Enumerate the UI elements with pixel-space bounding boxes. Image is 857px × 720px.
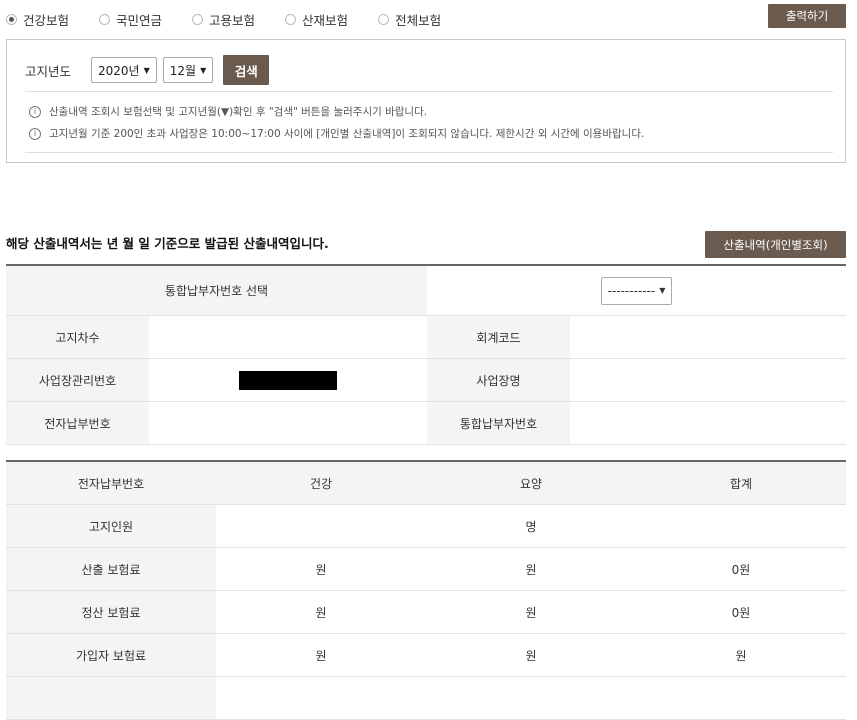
account-code-value (570, 315, 847, 359)
biz-name-value (570, 358, 847, 402)
search-row: 고지년도 2020년 ▼ 12월 ▼ 검색 (25, 55, 270, 85)
radio-label: 건강보험 (23, 13, 70, 28)
insurance-type-radio-group: 건강보험 국민연금 고용보험 산재보험 전체보험 (6, 10, 471, 29)
radio-label: 전체보험 (395, 13, 442, 28)
radio-unselected-icon (378, 14, 390, 25)
radio-industrial-insurance[interactable]: 산재보험 (285, 10, 348, 29)
biz-mgmt-no-label: 사업장관리번호 (6, 358, 149, 402)
total-cell: 0원 (636, 590, 846, 634)
divider (25, 91, 833, 92)
notice-line: i 고지년월 기준 200인 초과 사업장은 10:00~17:00 사이에 [… (29, 126, 644, 141)
year-select[interactable]: 2020년 ▼ (91, 57, 157, 83)
radio-unselected-icon (192, 14, 204, 25)
table-row (6, 676, 846, 720)
e-payment-no-value (149, 401, 427, 445)
table-header-row: 전자납부번호 건강 요양 합계 (6, 461, 846, 505)
radio-all-insurance[interactable]: 전체보험 (378, 10, 441, 29)
notice-text: 고지년월 기준 200인 초과 사업장은 10:00~17:00 사이에 [개인… (49, 128, 645, 140)
search-panel: 고지년도 2020년 ▼ 12월 ▼ 검색 i 산출내역 조회시 보험선택 및 고지… (6, 39, 846, 163)
chevron-down-icon: ▼ (659, 286, 666, 295)
radio-label: 국민연금 (116, 13, 163, 28)
row-label: 가입자 보험료 (6, 633, 216, 677)
fee-table: 전자납부번호 건강 요양 합계 고지인원 명 산출 보험료 원 원 0원 정산 … (6, 460, 846, 720)
individual-detail-button[interactable]: 산출내역(개인별조회) (705, 231, 846, 258)
row-label: 고지인원 (6, 504, 216, 548)
year-value: 2020년 (98, 63, 140, 78)
redacted-block (239, 370, 337, 390)
notice-line: i 산출내역 조회시 보험선택 및 고지년월(▼)확인 후 "검색" 버튼을 눌… (29, 104, 427, 119)
header-health: 건강 (216, 461, 426, 505)
biz-mgmt-no-value (149, 358, 427, 402)
notice-year-label: 고지년도 (25, 63, 72, 79)
header-total: 합계 (636, 461, 846, 505)
care-cell (426, 676, 636, 720)
payer-select-label: 통합납부자번호 선택 (6, 265, 427, 316)
integrated-payer-no-label: 통합납부자번호 (427, 401, 570, 445)
search-button[interactable]: 검색 (223, 55, 270, 85)
total-cell: 0원 (636, 547, 846, 591)
table-row: 고지차수 회계코드 (6, 315, 847, 359)
month-value: 12월 (169, 63, 197, 78)
table-row: 정산 보험료 원 원 0원 (6, 590, 846, 634)
care-cell: 원 (426, 590, 636, 634)
divider (25, 152, 833, 153)
info-icon: i (29, 127, 41, 140)
row-label (6, 676, 216, 720)
print-button[interactable]: 출력하기 (768, 4, 846, 28)
notice-round-value (149, 315, 427, 359)
care-cell: 원 (426, 633, 636, 677)
radio-unselected-icon (285, 14, 297, 25)
table-row: 사업장관리번호 사업장명 (6, 358, 847, 402)
table-row: 통합납부자번호 선택 ----------- ▼ (6, 265, 847, 316)
integrated-payer-no-value (570, 401, 847, 445)
radio-employment-insurance[interactable]: 고용보험 (192, 10, 255, 29)
health-cell: 원 (216, 590, 426, 634)
table-row: 가입자 보험료 원 원 원 (6, 633, 846, 677)
radio-selected-icon (6, 14, 17, 25)
total-cell (636, 676, 846, 720)
e-payment-no-label: 전자납부번호 (6, 401, 149, 445)
row-label: 산출 보험료 (6, 547, 216, 591)
chevron-down-icon: ▼ (143, 65, 150, 75)
month-select[interactable]: 12월 ▼ (162, 57, 214, 83)
header-e-payment-no: 전자납부번호 (6, 461, 216, 505)
health-cell: 원 (216, 547, 426, 591)
payer-select-value: ----------- (607, 283, 656, 298)
total-cell: 원 (636, 633, 846, 677)
table-row: 전자납부번호 통합납부자번호 (6, 401, 847, 445)
care-cell: 원 (426, 547, 636, 591)
health-cell (216, 676, 426, 720)
info-icon: i (29, 105, 41, 118)
table-row: 고지인원 명 (6, 504, 846, 548)
payer-select-cell: ----------- ▼ (427, 265, 847, 316)
row-label: 정산 보험료 (6, 590, 216, 634)
table-row: 산출 보험료 원 원 0원 (6, 547, 846, 591)
section-title: 해당 산출내역서는 년 월 일 기준으로 발급된 산출내역입니다. (6, 236, 329, 251)
radio-health-insurance[interactable]: 건강보험 (6, 10, 69, 29)
chevron-down-icon: ▼ (200, 65, 207, 75)
biz-name-label: 사업장명 (427, 358, 570, 402)
info-table: 통합납부자번호 선택 ----------- ▼ 고지차수 회계코드 사업장관리번… (6, 264, 847, 445)
notice-round-label: 고지차수 (6, 315, 149, 359)
health-cell: 원 (216, 633, 426, 677)
account-code-label: 회계코드 (427, 315, 570, 359)
radio-unselected-icon (99, 14, 111, 25)
radio-label: 산재보험 (302, 13, 349, 28)
notice-text: 산출내역 조회시 보험선택 및 고지년월(▼)확인 후 "검색" 버튼을 눌러주… (49, 106, 428, 118)
payer-number-select[interactable]: ----------- ▼ (600, 276, 673, 305)
insured-count-cell: 명 (216, 504, 846, 548)
radio-label: 고용보험 (209, 13, 256, 28)
header-long-term-care: 요양 (426, 461, 636, 505)
radio-national-pension[interactable]: 국민연금 (99, 10, 162, 29)
